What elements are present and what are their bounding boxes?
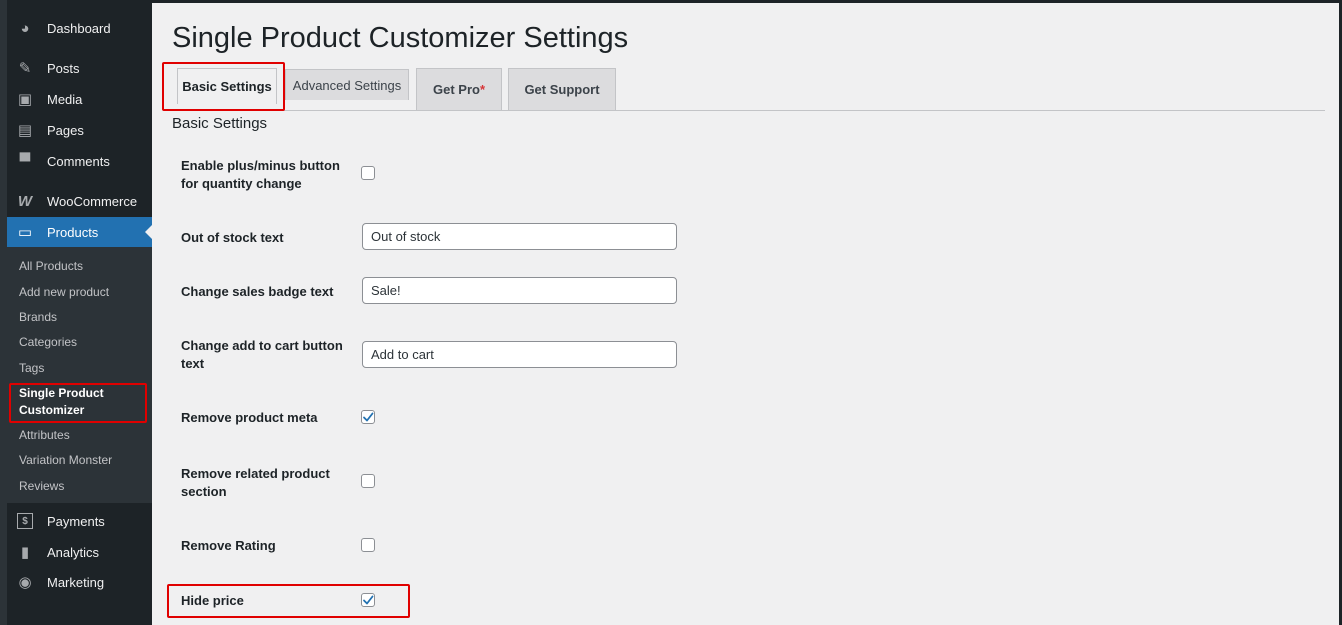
highlight-box-submenu (9, 383, 147, 423)
checkbox-plus-minus[interactable] (361, 166, 375, 180)
pro-star: * (479, 82, 486, 97)
submenu-item-reviews[interactable]: Reviews (19, 478, 147, 495)
label-remove-meta: Remove product meta (181, 410, 318, 425)
label-remove-related: Remove related product section (181, 466, 330, 499)
sidebar-item-label: Products (47, 224, 99, 240)
sidebar-item-analytics[interactable]: ▮ Analytics (7, 537, 152, 567)
products-icon: ▭ (17, 224, 33, 241)
section-title: Basic Settings (172, 115, 268, 132)
sales-badge-input[interactable] (362, 277, 677, 304)
marketing-icon: ◉ (18, 574, 32, 591)
tab-advanced-settings[interactable]: Advanced Settings (285, 69, 409, 100)
submenu-item-categories[interactable]: Categories (19, 334, 147, 351)
submenu-item-brands[interactable]: Brands (19, 309, 147, 326)
add-to-cart-input[interactable] (362, 341, 677, 368)
tab-divider (163, 110, 1325, 111)
label-remove-rating: Remove Rating (181, 538, 276, 553)
payments-icon: $ (17, 513, 33, 529)
submenu-item-tags[interactable]: Tags (19, 360, 147, 377)
sidebar-item-posts[interactable]: ✎ Posts (7, 53, 152, 83)
sidebar-item-comments[interactable]: ▀ Comments (7, 146, 152, 176)
submenu-item-attributes[interactable]: Attributes (19, 427, 147, 444)
sidebar-item-label: Marketing (47, 574, 105, 590)
checkbox-remove-meta[interactable] (361, 410, 375, 424)
sidebar-item-media[interactable]: ▣ Media (7, 84, 152, 114)
sidebar-item-label: Payments (47, 513, 105, 529)
checkbox-remove-related[interactable] (361, 474, 375, 488)
sidebar-item-woocommerce[interactable]: W WooCommerce (7, 186, 152, 216)
out-of-stock-input[interactable] (362, 223, 677, 250)
tab-get-pro[interactable]: Get Pro * (416, 68, 502, 110)
media-icon: ▣ (17, 91, 33, 108)
pages-icon: ▤ (17, 122, 33, 139)
label-out-of-stock: Out of stock text (181, 230, 284, 245)
highlight-box-hide-price (167, 584, 410, 618)
top-bar-edge (0, 0, 1342, 3)
sidebar-item-dashboard[interactable]: ◕ Dashboard (7, 13, 152, 43)
sidebar-item-label: WooCommerce (47, 193, 138, 209)
sidebar-item-pages[interactable]: ▤ Pages (7, 115, 152, 145)
checkbox-remove-rating[interactable] (361, 538, 375, 552)
label-sales-badge: Change sales badge text (181, 284, 334, 299)
dashboard-icon: ◕ (20, 19, 30, 37)
admin-sidebar: ◕ Dashboard ✎ Posts ▣ Media ▤ Pages ▀ Co… (0, 0, 153, 625)
tab-label: Get Pro (432, 82, 480, 97)
tab-get-support[interactable]: Get Support (508, 68, 616, 110)
woocommerce-icon: W (17, 192, 33, 210)
submenu-item-all-products[interactable]: All Products (19, 258, 147, 275)
analytics-icon: ▮ (20, 544, 30, 561)
label-add-to-cart: Change add to cart button text (181, 338, 343, 371)
sidebar-item-payments[interactable]: $ Payments (7, 506, 152, 536)
sidebar-item-label: Posts (47, 60, 80, 76)
page-title: Single Product Customizer Settings (172, 22, 629, 54)
label-plus-minus: Enable plus/minus button for quantity ch… (181, 158, 340, 191)
sidebar-item-label: Analytics (47, 544, 100, 560)
checkmark-icon (363, 412, 374, 422)
sidebar-item-products[interactable]: ▭ Products (7, 217, 153, 247)
sidebar-item-label: Comments (47, 153, 110, 169)
submenu-item-variation-monster[interactable]: Variation Monster (19, 452, 147, 469)
submenu-item-add-new-product[interactable]: Add new product (19, 284, 147, 301)
sidebar-item-marketing[interactable]: ◉ Marketing (7, 567, 152, 597)
sidebar-item-label: Dashboard (47, 20, 111, 36)
sidebar-item-label: Pages (47, 122, 84, 138)
pin-icon: ✎ (18, 60, 32, 77)
sidebar-item-label: Media (47, 91, 83, 107)
highlight-box-basic-tab (162, 62, 285, 111)
comments-icon: ▀ (19, 152, 31, 170)
